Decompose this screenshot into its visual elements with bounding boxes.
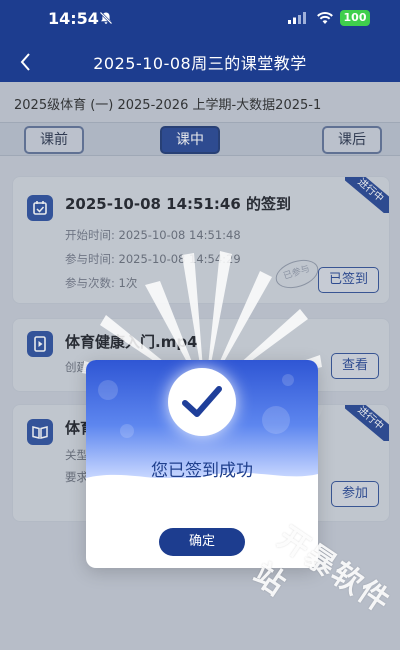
meta-created: 创建	[65, 360, 88, 374]
page-title: 2025-10-08周三的课堂教学	[93, 54, 307, 73]
meta-join-time: 参与时间: 2025-10-08 14:54:29	[65, 252, 241, 266]
meta-count: 参与次数: 1次	[65, 276, 138, 290]
course-line: 2025级体育 (一) 2025-2026 上学期-大数据2025-1	[14, 98, 322, 113]
status-time: 14:54	[48, 9, 99, 28]
check-icon	[168, 368, 236, 436]
in-progress-ribbon: 进行中	[345, 405, 389, 441]
book-icon	[27, 419, 53, 445]
card-title: 体育健康入门.mp4	[65, 333, 198, 351]
checked-in-button[interactable]: 已签到	[317, 267, 379, 293]
meta-type: 关型	[65, 448, 88, 462]
tab-before-class[interactable]: 课前	[24, 126, 84, 154]
top-bar: 14:54 100 2025-10-08周三的课堂教学	[0, 0, 400, 82]
join-button[interactable]: 参加	[330, 481, 379, 507]
card-title: 2025-10-08 14:51:46 的签到	[65, 195, 292, 213]
view-button[interactable]: 查看	[330, 353, 379, 379]
meta-requirement: 要求	[65, 470, 88, 484]
checkin-card[interactable]: 2025-10-08 14:51:46 的签到 开始时间: 2025-10-08…	[12, 176, 390, 304]
bell-mute-icon	[99, 11, 113, 25]
wifi-icon	[317, 12, 333, 24]
participated-stamp: 已参与	[272, 254, 322, 294]
confirm-button[interactable]: 确定	[159, 528, 245, 556]
tab-in-class[interactable]: 课中	[160, 126, 220, 154]
battery-icon: 100	[340, 10, 370, 26]
tab-after-class[interactable]: 课后	[322, 126, 382, 154]
signal-icon	[288, 12, 306, 24]
status-bar: 14:54 100	[0, 0, 400, 36]
meta-start-time: 开始时间: 2025-10-08 14:51:48	[65, 228, 241, 242]
in-progress-ribbon: 进行中	[345, 177, 389, 213]
video-file-icon	[27, 331, 53, 357]
success-message: 您已签到成功	[151, 461, 253, 481]
calendar-check-icon	[27, 195, 53, 221]
